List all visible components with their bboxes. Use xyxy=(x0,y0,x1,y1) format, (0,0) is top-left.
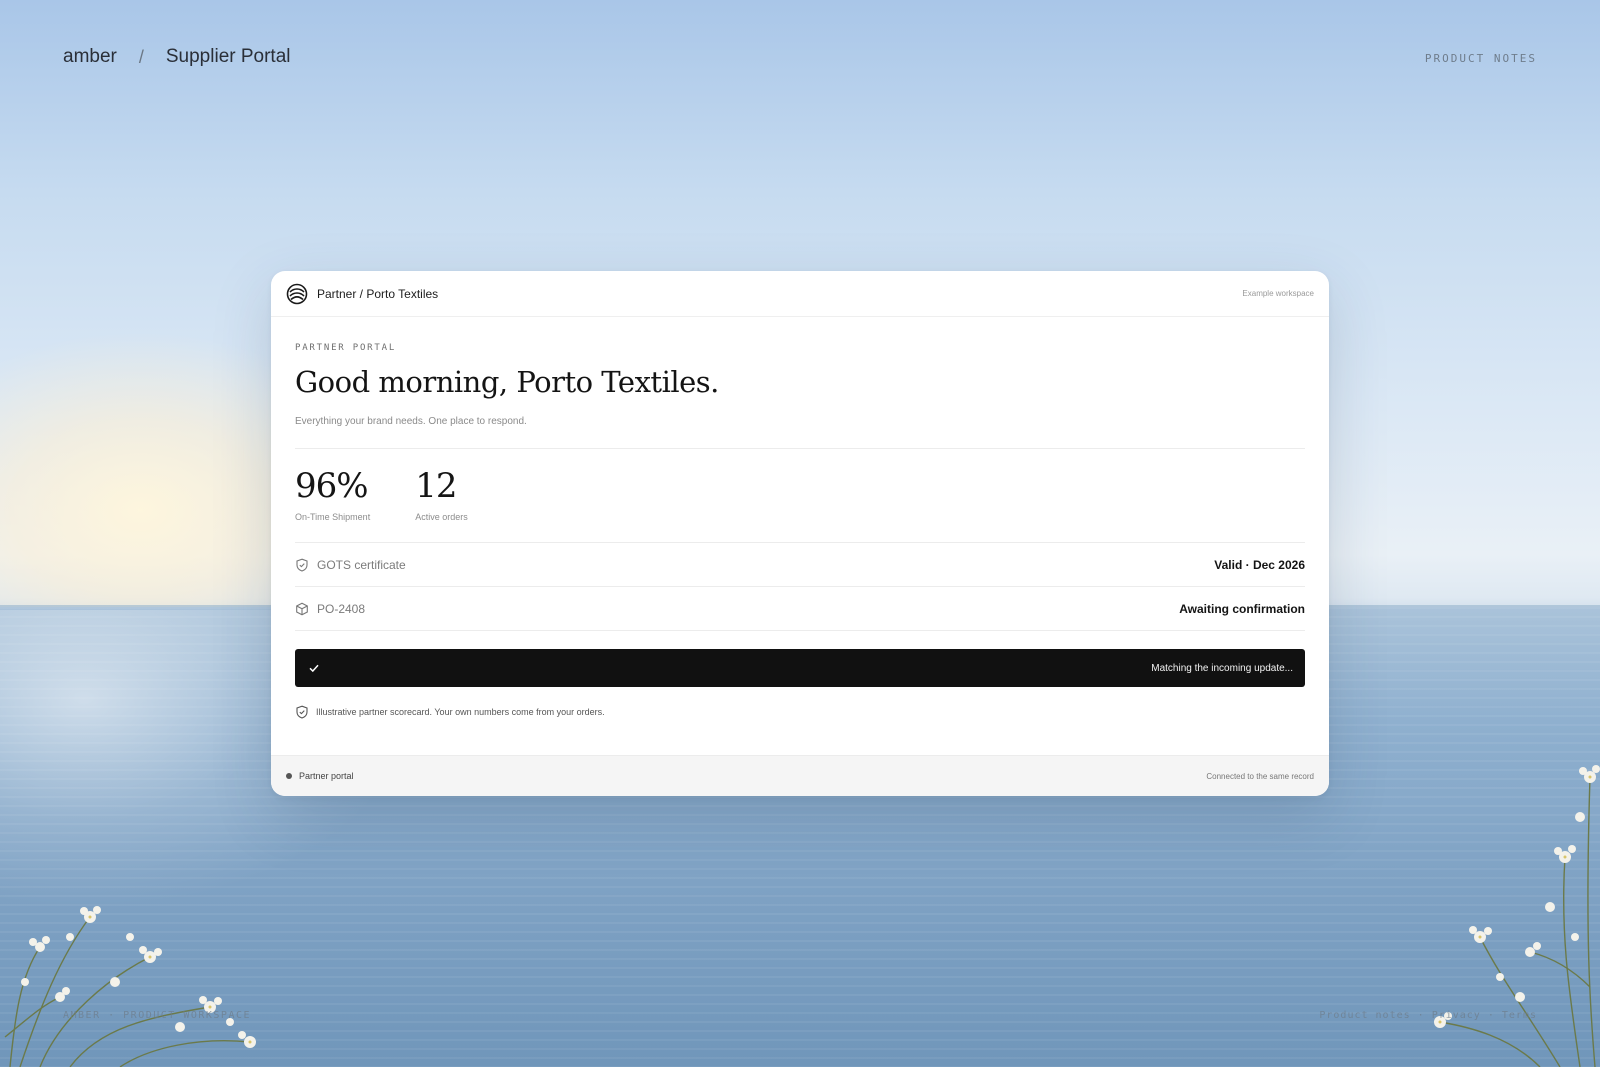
section-eyebrow: PARTNER PORTAL xyxy=(295,343,397,353)
scorecard-note: Illustrative partner scorecard. Your own… xyxy=(295,705,1305,719)
product-name[interactable]: Supplier Portal xyxy=(166,46,291,68)
brand-name[interactable]: amber xyxy=(63,46,117,68)
list-item-name: PO-2408 xyxy=(317,601,366,616)
list-item-value: Valid · Dec 2026 xyxy=(1214,557,1305,572)
stat-active-orders: 12 Active orders xyxy=(415,467,468,522)
workspace-tag: Example workspace xyxy=(1242,289,1314,298)
breadcrumb-separator: / xyxy=(138,46,144,67)
divider xyxy=(295,448,1305,449)
check-icon xyxy=(309,664,319,673)
card-footer-label: Partner portal xyxy=(299,771,354,781)
page-footer-links[interactable]: Product notes · Privacy · Terms xyxy=(1319,1010,1537,1021)
background-scene: amber / Supplier Portal PRODUCT NOTES Pa… xyxy=(0,0,1600,1067)
list-item-gots-certificate[interactable]: GOTS certificate Valid · Dec 2026 xyxy=(295,543,1305,587)
sync-status-bar: Matching the incoming update... xyxy=(295,649,1305,687)
card-footer: Partner portal Connected to the same rec… xyxy=(271,755,1329,796)
package-icon xyxy=(296,602,308,615)
product-notes-link[interactable]: PRODUCT NOTES xyxy=(1425,52,1537,65)
list-item-name: GOTS certificate xyxy=(317,557,406,572)
card-body: PARTNER PORTAL Good morning, Porto Texti… xyxy=(271,343,1329,719)
card-header: Partner / Porto Textiles Example workspa… xyxy=(271,271,1329,317)
list-item-value: Awaiting confirmation xyxy=(1179,601,1305,616)
page-footer-left: AMBER · PRODUCT WORKSPACE xyxy=(63,1010,252,1021)
page-title: Good morning, Porto Textiles. xyxy=(295,365,719,399)
partner-logo-icon xyxy=(286,283,308,304)
partner-breadcrumb[interactable]: Partner / Porto Textiles xyxy=(317,287,438,301)
site-header: amber / Supplier Portal xyxy=(63,46,291,68)
stat-label: On-Time Shipment xyxy=(295,512,371,522)
card-footer-status: Connected to the same record xyxy=(1206,771,1314,781)
list-item-po-2408[interactable]: PO-2408 Awaiting confirmation xyxy=(295,587,1305,631)
stat-label: Active orders xyxy=(415,512,468,522)
stat-on-time-shipment: 96% On-Time Shipment xyxy=(295,467,370,522)
page-subtitle: Everything your brand needs. One place t… xyxy=(295,416,527,427)
stats-row: 96% On-Time Shipment 12 Active orders xyxy=(295,467,1305,522)
shield-check-icon xyxy=(296,558,308,572)
stat-value: 96% xyxy=(295,466,369,506)
shield-check-icon xyxy=(296,705,308,719)
scorecard-note-text: Illustrative partner scorecard. Your own… xyxy=(316,707,605,717)
sync-status-message: Matching the incoming update... xyxy=(1151,662,1293,674)
status-dot-icon xyxy=(286,773,292,779)
stat-value: 12 xyxy=(415,466,457,506)
partner-portal-card: Partner / Porto Textiles Example workspa… xyxy=(271,271,1329,796)
